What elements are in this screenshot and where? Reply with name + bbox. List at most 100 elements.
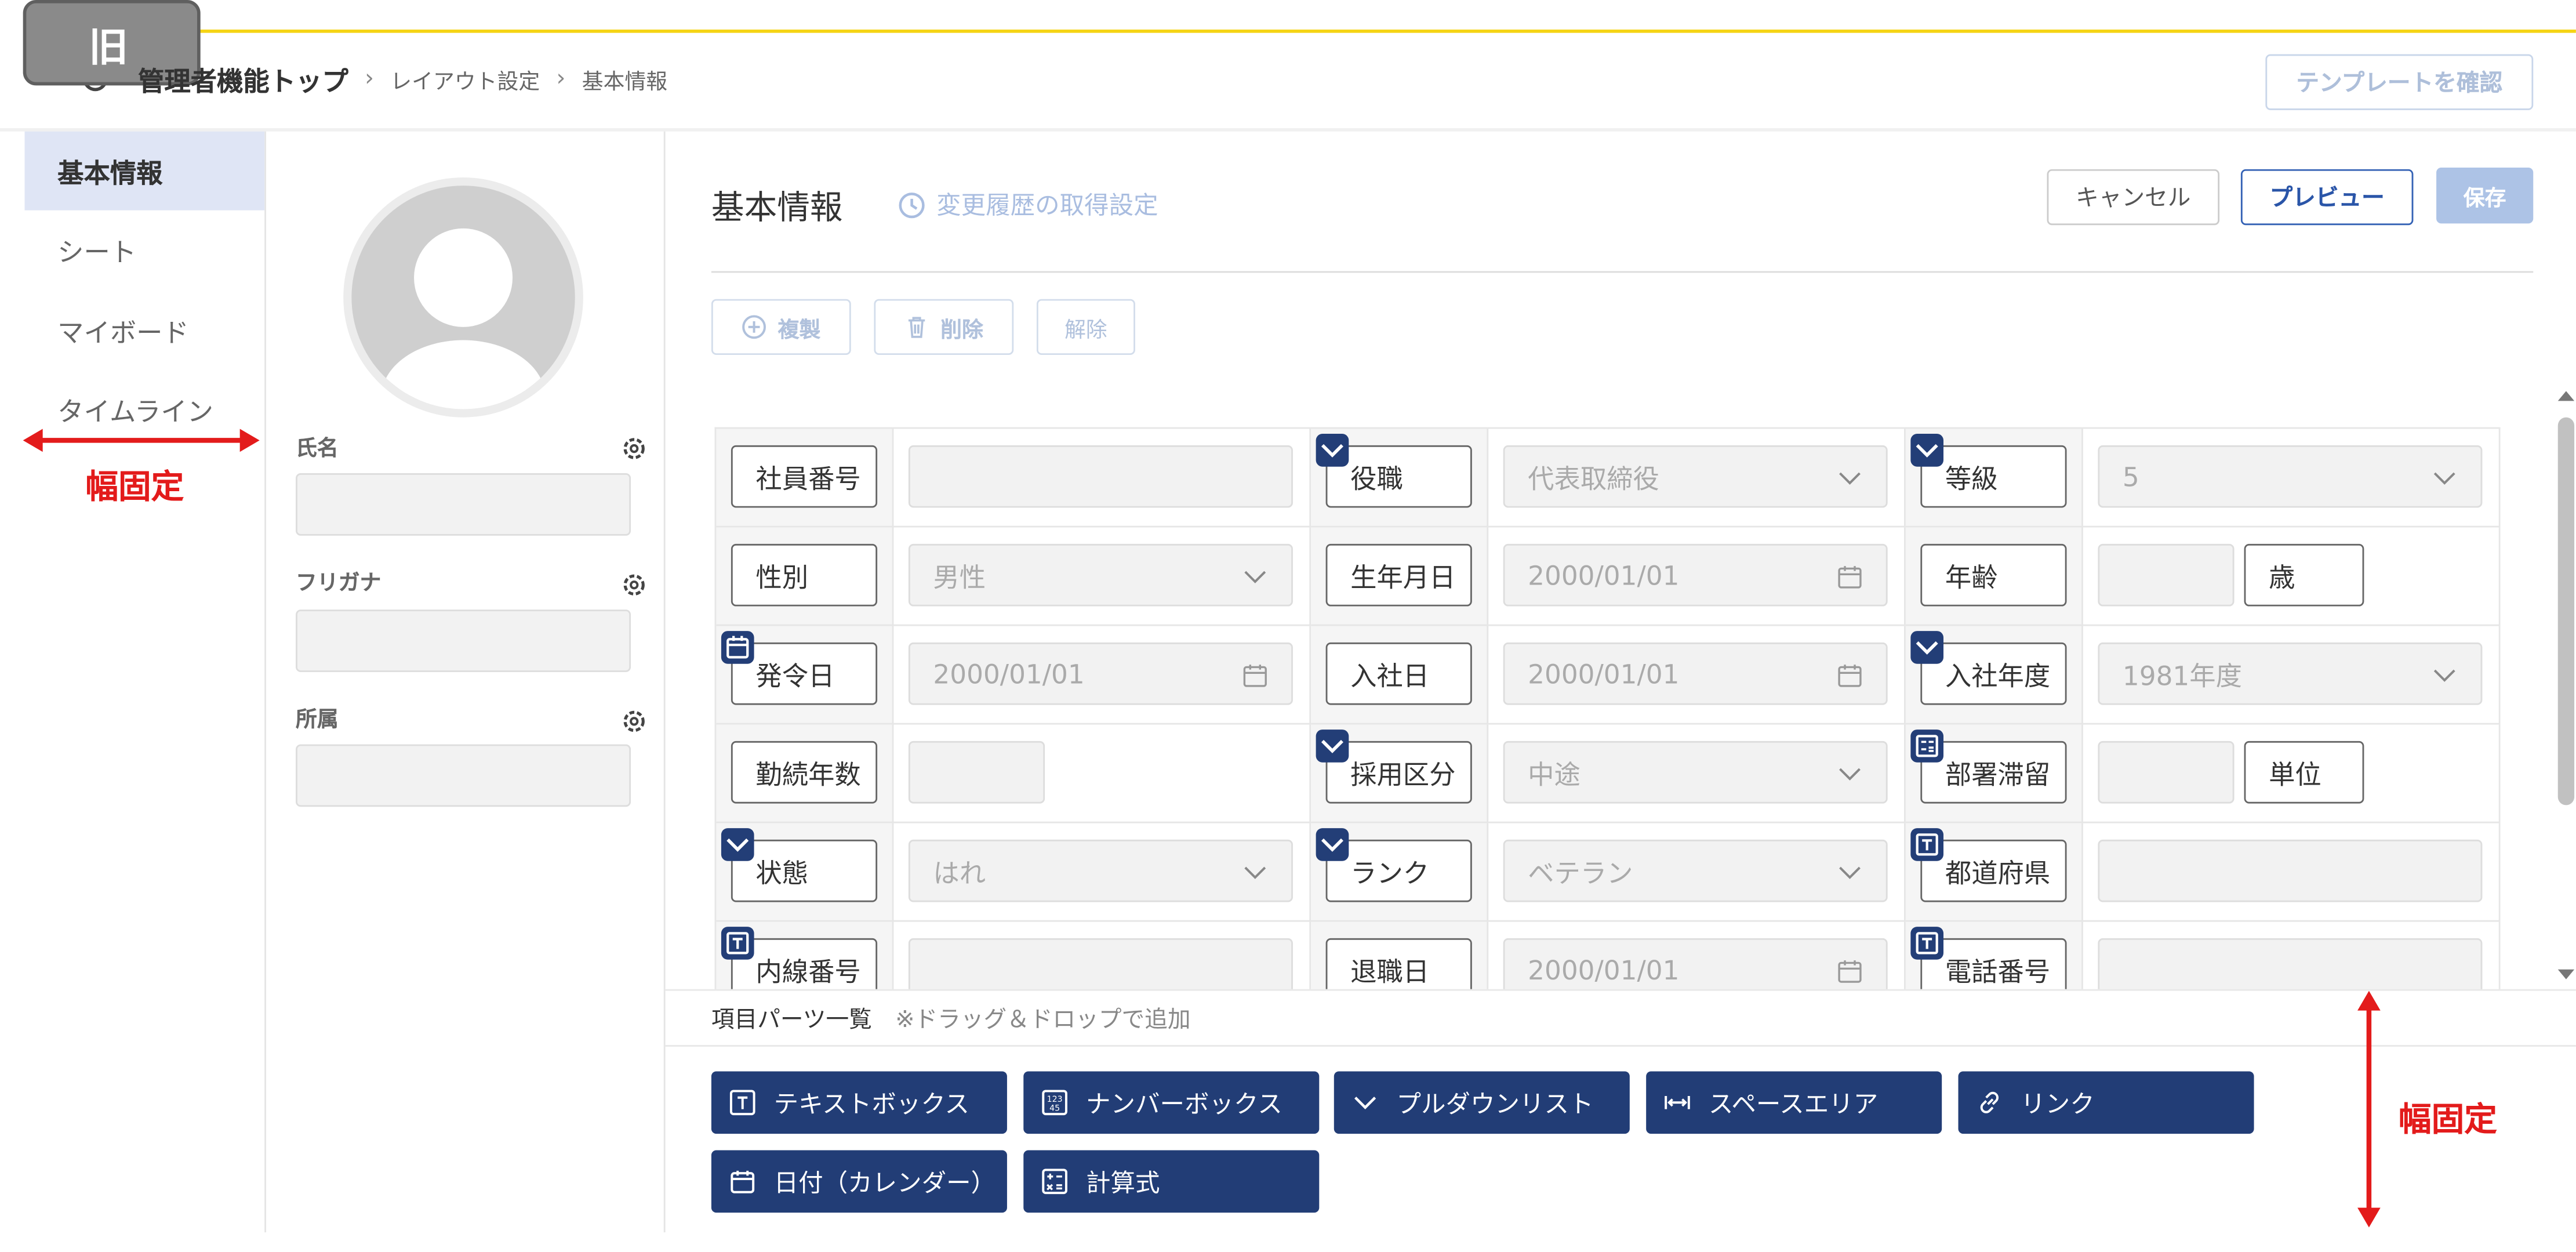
- release-button[interactable]: 解除: [1036, 299, 1135, 355]
- dropdown-field[interactable]: 1981年度: [2098, 642, 2483, 705]
- field-label-cell[interactable]: 採用区分: [1311, 724, 1489, 823]
- header-divider: [0, 128, 2576, 132]
- part-textbox-button[interactable]: テキストボックス: [711, 1071, 1007, 1134]
- field-label-cell[interactable]: 都道府県: [1905, 823, 2083, 922]
- dropdown-field[interactable]: 5: [2098, 445, 2483, 508]
- date-field[interactable]: 2000/01/01: [1503, 938, 1888, 989]
- field-label-cell[interactable]: 勤続年数: [716, 724, 894, 823]
- part-link-button[interactable]: リンク: [1958, 1071, 2254, 1134]
- field-label-cell[interactable]: 内線番号: [716, 921, 894, 989]
- field-value: 1981年度: [2122, 661, 2242, 692]
- history-settings-link[interactable]: 変更履歴の取得設定: [897, 187, 1158, 222]
- gear-icon[interactable]: [621, 708, 647, 734]
- text-field[interactable]: [908, 445, 1293, 508]
- date-field[interactable]: 2000/01/01: [1503, 543, 1888, 607]
- part-space-label: スペースエリア: [1708, 1088, 1879, 1119]
- scroll-down-icon[interactable]: [2556, 966, 2576, 982]
- avatar[interactable]: [343, 177, 583, 418]
- dropdown-field[interactable]: 中途: [1503, 741, 1888, 804]
- text-icon: [1910, 828, 1944, 861]
- field-label-cell[interactable]: 入社日: [1311, 626, 1489, 725]
- chevron-down-icon[interactable]: [1242, 564, 1268, 590]
- field-label-cell[interactable]: 等級: [1905, 429, 2083, 528]
- chevron-down-icon: [1354, 1097, 1376, 1109]
- field-label[interactable]: 勤続年数: [731, 741, 878, 804]
- text-field[interactable]: [2098, 543, 2235, 607]
- chevron-down-icon[interactable]: [1837, 465, 1863, 491]
- chevron-down-icon[interactable]: [1242, 859, 1268, 886]
- text-field[interactable]: [908, 741, 1045, 804]
- chevron-down-icon[interactable]: [2432, 662, 2458, 688]
- breadcrumb-layout[interactable]: レイアウト設定: [390, 63, 540, 95]
- unit-label[interactable]: 歳: [2244, 543, 2364, 607]
- field-value-cell: 代表取締役: [1488, 429, 1906, 528]
- furigana-field[interactable]: [296, 609, 631, 672]
- gear-icon[interactable]: [621, 572, 647, 598]
- dropdown-field[interactable]: 代表取締役: [1503, 445, 1888, 508]
- part-formula-button[interactable]: 計算式: [1023, 1150, 1320, 1213]
- breadcrumb-root[interactable]: 管理者機能トップ: [138, 59, 348, 99]
- furigana-label: フリガナ: [296, 572, 382, 597]
- cancel-button[interactable]: キャンセル: [2047, 169, 2220, 226]
- dropdown-field[interactable]: ベテラン: [1503, 839, 1888, 902]
- field-label-cell[interactable]: 退職日: [1311, 921, 1489, 989]
- text-field[interactable]: [908, 938, 1293, 989]
- field-value-cell: はれ: [893, 823, 1311, 922]
- field-label-cell[interactable]: 電話番号: [1905, 921, 2083, 989]
- field-label[interactable]: 生年月日: [1325, 543, 1472, 607]
- field-label[interactable]: 性別: [731, 543, 878, 607]
- part-dropdown-button[interactable]: プルダウンリスト: [1334, 1071, 1630, 1134]
- chevron-down-icon[interactable]: [1837, 859, 1863, 886]
- text-field[interactable]: [2098, 938, 2483, 989]
- calendar-icon[interactable]: [1242, 662, 1268, 688]
- chevron-down-icon[interactable]: [1837, 761, 1863, 787]
- field-label[interactable]: 年齢: [1920, 543, 2067, 607]
- field-label-cell[interactable]: 社員番号: [716, 429, 894, 528]
- space-icon: [1665, 1095, 1690, 1109]
- name-field[interactable]: [296, 473, 631, 536]
- part-calendar-button[interactable]: 日付（カレンダー）: [711, 1150, 1007, 1213]
- field-label-cell[interactable]: 年齢: [1905, 527, 2083, 626]
- text-field[interactable]: [2098, 839, 2483, 902]
- preview-button[interactable]: プレビュー: [2240, 169, 2414, 226]
- sidebar-item-sheet[interactable]: シート: [25, 211, 265, 289]
- text-field[interactable]: [2098, 741, 2235, 804]
- dropdown-field[interactable]: はれ: [908, 839, 1293, 902]
- save-button[interactable]: 保存: [2436, 168, 2534, 224]
- dropdown-field[interactable]: 男性: [908, 543, 1293, 607]
- gear-icon[interactable]: [621, 436, 647, 462]
- calendar-icon[interactable]: [1837, 958, 1863, 984]
- field-label-cell[interactable]: ランク: [1311, 823, 1489, 922]
- calendar-icon[interactable]: [1837, 564, 1863, 590]
- parts-divider: [665, 989, 2576, 991]
- sidebar-item-basic-info[interactable]: 基本情報: [24, 131, 265, 211]
- field-label-cell[interactable]: 生年月日: [1311, 527, 1489, 626]
- field-label-cell[interactable]: 役職: [1311, 429, 1489, 528]
- field-label-cell[interactable]: 発令日: [716, 626, 894, 725]
- scrollbar-thumb[interactable]: [2557, 417, 2575, 805]
- field-label-cell[interactable]: 部署滞留: [1905, 724, 2083, 823]
- part-numberbox-button[interactable]: 123 45 ナンバーボックス: [1023, 1071, 1320, 1134]
- field-label[interactable]: 入社日: [1325, 642, 1472, 705]
- field-label[interactable]: 退職日: [1325, 938, 1472, 989]
- delete-button[interactable]: 削除: [874, 299, 1014, 355]
- scroll-up-icon[interactable]: [2556, 388, 2576, 404]
- field-label-cell[interactable]: 状態: [716, 823, 894, 922]
- calendar-icon[interactable]: [1837, 662, 1863, 688]
- field-value: 2000/01/01: [1528, 953, 1680, 985]
- unit-label[interactable]: 単位: [2244, 741, 2364, 804]
- template-confirm-button[interactable]: テンプレートを確認: [2265, 54, 2534, 110]
- copy-button[interactable]: 複製: [711, 299, 851, 355]
- department-field[interactable]: [296, 744, 631, 807]
- part-space-button[interactable]: スペースエリア: [1646, 1071, 1942, 1134]
- date-field[interactable]: 2000/01/01: [1503, 642, 1888, 705]
- parts-header-divider: [665, 1045, 2576, 1047]
- chevron-down-icon[interactable]: [2432, 465, 2458, 491]
- field-value: ベテラン: [1528, 858, 1633, 889]
- field-label[interactable]: 社員番号: [731, 445, 878, 508]
- field-label-cell[interactable]: 性別: [716, 527, 894, 626]
- field-label-cell[interactable]: 入社年度: [1905, 626, 2083, 725]
- date-field[interactable]: 2000/01/01: [908, 642, 1293, 705]
- sidebar-item-myboard[interactable]: マイボード: [25, 291, 265, 370]
- chevron-down-icon: [1910, 631, 1944, 664]
